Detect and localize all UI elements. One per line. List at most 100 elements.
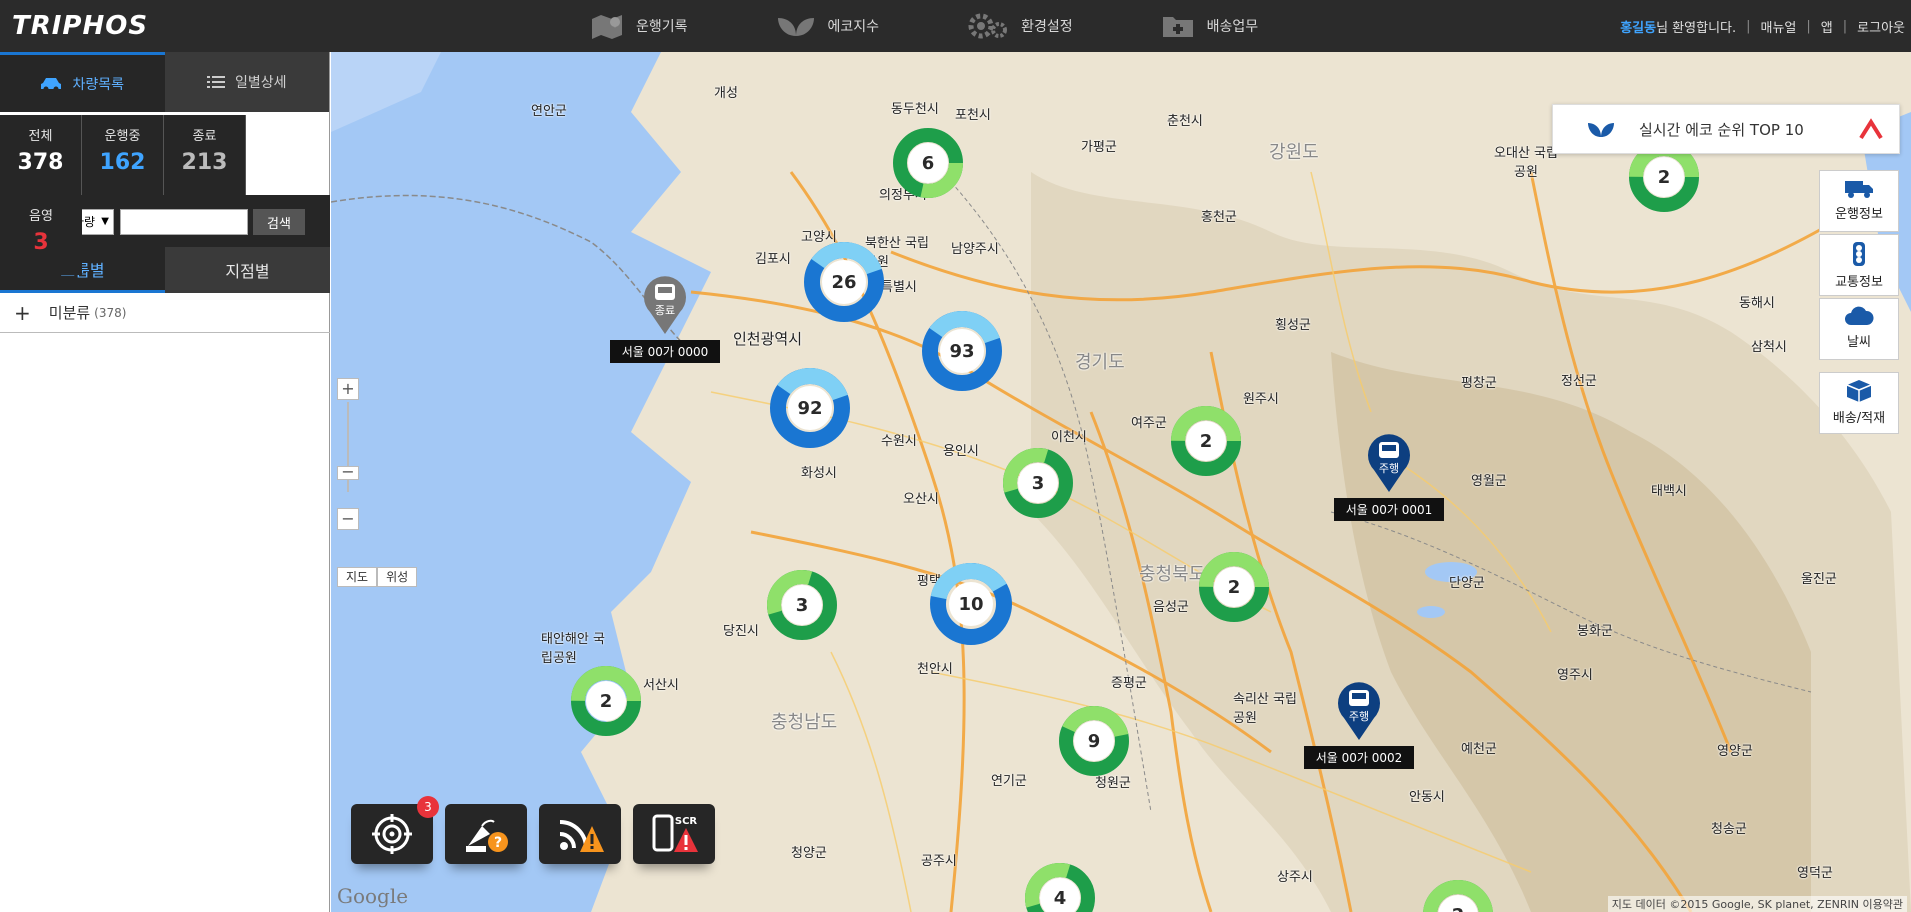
gear-icon (968, 13, 1008, 39)
vehicle-cluster[interactable]: 2 (1420, 877, 1496, 912)
place-label: 오산시 (903, 492, 939, 507)
stat-shadow[interactable]: 음영 3 (0, 195, 82, 275)
chevron-up-icon[interactable] (1859, 118, 1883, 140)
main-nav: 운행기록 에코지수 환경설정 배송업무 (590, 0, 1346, 52)
list-icon (206, 76, 225, 88)
tab-daily-detail[interactable]: 일별상세 (164, 52, 329, 112)
place-label: 공주시 (921, 854, 957, 869)
place-label: 연안군 (531, 104, 567, 119)
logout-link[interactable]: 로그아웃 (1857, 17, 1905, 36)
trip-info-button[interactable]: 운행정보 (1819, 170, 1899, 232)
vehicle-cluster[interactable]: 2 (568, 663, 644, 739)
gps-error-tool-button[interactable]: ? (445, 804, 527, 864)
vehicle-pin-running[interactable]: 주행 서울 00가 0001 (1334, 432, 1444, 521)
vehicle-cluster[interactable]: 92 (768, 366, 852, 450)
cluster-count: 26 (831, 271, 857, 293)
map-type-map[interactable]: 지도 (337, 567, 378, 587)
weather-button[interactable]: 날씨 (1819, 298, 1899, 360)
vehicle-cluster[interactable]: 10 (928, 561, 1014, 647)
tab-label: 일별상세 (234, 75, 287, 91)
manual-link[interactable]: 매뉴얼 (1761, 17, 1797, 36)
user-name: 홍길동 (1620, 20, 1657, 36)
stat-ended[interactable]: 종료 213 (164, 115, 246, 195)
vehicle-pin-running[interactable]: 주행 서울 00가 0002 (1304, 680, 1414, 769)
eco-ranking-panel[interactable]: 실시간 에코 순위 TOP 10 (1552, 104, 1900, 154)
place-label: 안동시 (1409, 790, 1445, 805)
stat-total[interactable]: 전체 378 (0, 115, 82, 195)
place-label: 원주시 (1243, 392, 1279, 407)
app-link[interactable]: 앱 (1821, 17, 1833, 36)
pin-plate: 서울 00가 0001 (1334, 498, 1444, 521)
place-label: 당진시 (723, 624, 759, 639)
target-icon (372, 814, 412, 854)
vehicle-cluster[interactable]: 26 (802, 240, 886, 324)
vehicle-cluster[interactable]: 2 (1196, 549, 1272, 625)
screen-warning-tool-button[interactable]: SCR (633, 804, 715, 864)
place-label: 오대산 국립공원 (1494, 146, 1558, 180)
nav-trip-log[interactable]: 운행기록 (590, 0, 688, 52)
satellite-question-icon: ? (466, 819, 508, 852)
vehicle-cluster[interactable]: 4 (1022, 860, 1098, 912)
vehicle-cluster[interactable]: 6 (890, 125, 966, 201)
separator: | (1746, 18, 1751, 34)
folder-plus-icon (1162, 17, 1193, 37)
tab-vehicle-list[interactable]: 차량목록 (0, 52, 165, 112)
search-button[interactable]: 검색 (253, 209, 305, 235)
pin-state: 주행 (1378, 462, 1400, 475)
locate-tool-button[interactable]: 3 (351, 796, 439, 864)
stat-value: 213 (181, 150, 228, 175)
place-label: 가평군 (1081, 140, 1117, 155)
stat-value: 378 (17, 150, 64, 175)
place-label: 동해시 (1739, 296, 1775, 311)
sidebar: 차량목록 일별상세 차량 ▼ 검색 전체 378 운행중 162 종료 213 음… (0, 52, 330, 912)
nav-settings[interactable]: 환경설정 (967, 0, 1073, 52)
place-label: 예천군 (1461, 742, 1497, 757)
cluster-count: 3 (1031, 472, 1045, 494)
place-label: 이천시 (1051, 430, 1087, 445)
zoom-handle[interactable]: − (337, 464, 359, 480)
delivery-load-button[interactable]: 배송/적재 (1819, 372, 1899, 434)
place-label: 영주시 (1557, 668, 1593, 683)
zoom-out-button[interactable]: − (337, 508, 359, 530)
map-type-toggle: 지도 위성 (337, 567, 418, 587)
place-label: 인천광역시 (733, 330, 803, 348)
user-greeting: 님 환영합니다. (1656, 20, 1737, 36)
search-input[interactable] (120, 209, 248, 235)
nav-delivery[interactable]: 배송업무 (1161, 0, 1258, 52)
vehicle-pin-ended[interactable]: 종료 서울 00가 0000 (610, 274, 720, 363)
expand-plus-icon[interactable]: + (14, 301, 31, 325)
vehicle-cluster[interactable]: 93 (920, 309, 1004, 393)
tab-by-branch[interactable]: 지점별 (165, 247, 330, 293)
vehicle-cluster[interactable]: 2 (1168, 403, 1244, 479)
map-type-satellite[interactable]: 위성 (377, 567, 418, 587)
map-view[interactable]: 개성 연안군 동두천시 포천시 춘천시 가평군 의정부시 고양시 김포시 남양주… (331, 52, 1911, 912)
vehicle-cluster[interactable]: 9 (1056, 703, 1132, 779)
tree-item[interactable]: + 미분류 (378) (0, 293, 330, 333)
notification-badge: 3 (417, 796, 439, 818)
nav-label: 운행기록 (636, 19, 688, 35)
nav-eco-index[interactable]: 에코지수 (776, 0, 879, 52)
place-label: 포천시 (955, 108, 991, 123)
chevron-down-icon: ▼ (101, 216, 109, 227)
stat-label: 전체 (28, 129, 53, 144)
stat-label: 음영 (29, 209, 53, 224)
zoom-in-button[interactable]: + (337, 378, 359, 400)
place-label: 특별시 (881, 280, 917, 295)
vehicle-cluster[interactable]: 3 (1000, 445, 1076, 521)
leaf-icon (777, 18, 814, 36)
vehicle-cluster[interactable]: 3 (764, 567, 840, 643)
place-label: 상주시 (1277, 870, 1313, 885)
leaf-icon (1588, 123, 1614, 137)
place-label: 증평군 (1111, 676, 1147, 691)
phone-warning-icon: SCR (652, 814, 698, 852)
place-label: 연기군 (991, 774, 1027, 789)
box-icon (1846, 380, 1872, 402)
traffic-info-button[interactable]: 교통정보 (1819, 234, 1899, 296)
map-attribution[interactable]: 지도 데이터 ©2015 Google, SK planet, ZENRIN 이… (1607, 896, 1907, 912)
separator: | (1806, 18, 1811, 34)
cluster-count: 2 (1199, 430, 1213, 452)
place-label: 횡성군 (1275, 318, 1311, 333)
cluster-count: 9 (1087, 730, 1101, 752)
stat-running[interactable]: 운행중 162 (82, 115, 164, 195)
signal-warning-tool-button[interactable] (539, 804, 621, 864)
